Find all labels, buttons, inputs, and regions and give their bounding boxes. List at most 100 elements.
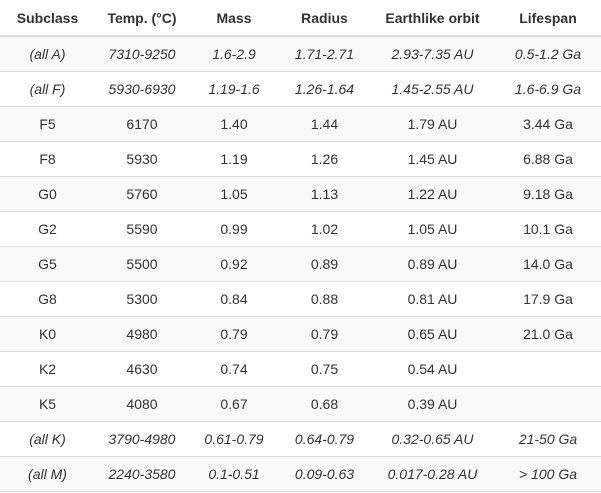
table-row: (all K) 3790-4980 0.61-0.79 0.64-0.79 0.32-0… <box>0 421 601 457</box>
temperature-cell: 3790-4980 <box>95 421 189 457</box>
column-header-radius: Radius <box>279 0 370 37</box>
table-row: G5 5500 0.92 0.89 0.89 AU 14.0 Ga <box>0 246 601 282</box>
temperature-cell: 5930-6930 <box>95 71 189 107</box>
radius-cell: 1.13 <box>279 176 370 212</box>
temperature-cell: 4630 <box>95 351 189 387</box>
earthlike-orbit-cell: 0.017-0.28 AU <box>370 456 495 492</box>
temperature-cell: 4080 <box>95 386 189 422</box>
table-row: (all A) 7310-9250 1.6-2.9 1.71-2.71 2.93-7.3… <box>0 36 601 72</box>
mass-cell: 0.1-0.51 <box>189 456 279 492</box>
subclass-cell: (all M) <box>0 456 95 492</box>
temperature-cell: 5930 <box>95 141 189 177</box>
subclass-cell: (all F) <box>0 71 95 107</box>
earthlike-orbit-cell: 0.81 AU <box>370 281 495 317</box>
temperature-cell: 6170 <box>95 106 189 142</box>
mass-cell: 0.61-0.79 <box>189 421 279 457</box>
table-body: (all A) 7310-9250 1.6-2.9 1.71-2.71 2.93-7.3… <box>0 36 601 492</box>
table-header: Subclass Temp. (°C) Mass Radius Earthlik… <box>0 0 601 37</box>
mass-cell: 1.05 <box>189 176 279 212</box>
radius-cell: 1.71-2.71 <box>279 36 370 72</box>
table-row: G8 5300 0.84 0.88 0.81 AU 17.9 Ga <box>0 281 601 317</box>
lifespan-cell: 10.1 Ga <box>495 211 601 247</box>
column-header-temperature: Temp. (°C) <box>95 0 189 37</box>
radius-cell: 0.09-0.63 <box>279 456 370 492</box>
temperature-cell: 5590 <box>95 211 189 247</box>
earthlike-orbit-cell: 1.05 AU <box>370 211 495 247</box>
mass-cell: 1.19 <box>189 141 279 177</box>
temperature-cell: 2240-3580 <box>95 456 189 492</box>
earthlike-orbit-cell: 0.32-0.65 AU <box>370 421 495 457</box>
column-header-earthlike-orbit: Earthlike orbit <box>370 0 495 37</box>
lifespan-cell: 21-50 Ga <box>495 421 601 457</box>
lifespan-cell: 1.6-6.9 Ga <box>495 71 601 107</box>
radius-cell: 1.26 <box>279 141 370 177</box>
subclass-cell: (all A) <box>0 36 95 72</box>
mass-cell: 0.84 <box>189 281 279 317</box>
lifespan-cell <box>495 386 601 422</box>
table-row: G0 5760 1.05 1.13 1.22 AU 9.18 Ga <box>0 176 601 212</box>
earthlike-orbit-cell: 1.45-2.55 AU <box>370 71 495 107</box>
lifespan-cell <box>495 351 601 387</box>
mass-cell: 0.67 <box>189 386 279 422</box>
subclass-cell: (all K) <box>0 421 95 457</box>
temperature-cell: 5300 <box>95 281 189 317</box>
radius-cell: 1.44 <box>279 106 370 142</box>
lifespan-cell: 21.0 Ga <box>495 316 601 352</box>
lifespan-cell: 3.44 Ga <box>495 106 601 142</box>
column-header-subclass: Subclass <box>0 0 95 37</box>
star-subclass-table-container: Subclass Temp. (°C) Mass Radius Earthlik… <box>0 0 601 493</box>
temperature-cell: 4980 <box>95 316 189 352</box>
radius-cell: 0.79 <box>279 316 370 352</box>
mass-cell: 0.99 <box>189 211 279 247</box>
radius-cell: 0.64-0.79 <box>279 421 370 457</box>
earthlike-orbit-cell: 1.22 AU <box>370 176 495 212</box>
table-row: K2 4630 0.74 0.75 0.54 AU <box>0 351 601 387</box>
table-row: F8 5930 1.19 1.26 1.45 AU 6.88 Ga <box>0 141 601 177</box>
mass-cell: 1.6-2.9 <box>189 36 279 72</box>
earthlike-orbit-cell: 1.79 AU <box>370 106 495 142</box>
earthlike-orbit-cell: 2.93-7.35 AU <box>370 36 495 72</box>
radius-cell: 0.75 <box>279 351 370 387</box>
mass-cell: 1.40 <box>189 106 279 142</box>
mass-cell: 0.79 <box>189 316 279 352</box>
radius-cell: 0.68 <box>279 386 370 422</box>
table-row: F5 6170 1.40 1.44 1.79 AU 3.44 Ga <box>0 106 601 142</box>
subclass-cell: K5 <box>0 386 95 422</box>
subclass-cell: G5 <box>0 246 95 282</box>
lifespan-cell: 9.18 Ga <box>495 176 601 212</box>
subclass-cell: G2 <box>0 211 95 247</box>
temperature-cell: 7310-9250 <box>95 36 189 72</box>
lifespan-cell: 17.9 Ga <box>495 281 601 317</box>
lifespan-cell: > 100 Ga <box>495 456 601 492</box>
radius-cell: 1.02 <box>279 211 370 247</box>
earthlike-orbit-cell: 0.39 AU <box>370 386 495 422</box>
mass-cell: 1.19-1.6 <box>189 71 279 107</box>
radius-cell: 0.88 <box>279 281 370 317</box>
header-row: Subclass Temp. (°C) Mass Radius Earthlik… <box>0 0 601 37</box>
subclass-cell: K2 <box>0 351 95 387</box>
table-row: (all F) 5930-6930 1.19-1.6 1.26-1.64 1.45-2.… <box>0 71 601 107</box>
earthlike-orbit-cell: 0.54 AU <box>370 351 495 387</box>
subclass-cell: G8 <box>0 281 95 317</box>
subclass-cell: G0 <box>0 176 95 212</box>
table-row: G2 5590 0.99 1.02 1.05 AU 10.1 Ga <box>0 211 601 247</box>
lifespan-cell: 14.0 Ga <box>495 246 601 282</box>
earthlike-orbit-cell: 1.45 AU <box>370 141 495 177</box>
subclass-cell: F8 <box>0 141 95 177</box>
temperature-cell: 5500 <box>95 246 189 282</box>
table-row: K5 4080 0.67 0.68 0.39 AU <box>0 386 601 422</box>
star-subclass-table: Subclass Temp. (°C) Mass Radius Earthlik… <box>0 0 601 492</box>
table-row: K0 4980 0.79 0.79 0.65 AU 21.0 Ga <box>0 316 601 352</box>
table-row: (all M) 2240-3580 0.1-0.51 0.09-0.63 0.017-0… <box>0 456 601 492</box>
earthlike-orbit-cell: 0.89 AU <box>370 246 495 282</box>
subclass-cell: F5 <box>0 106 95 142</box>
mass-cell: 0.74 <box>189 351 279 387</box>
temperature-cell: 5760 <box>95 176 189 212</box>
radius-cell: 0.89 <box>279 246 370 282</box>
radius-cell: 1.26-1.64 <box>279 71 370 107</box>
lifespan-cell: 0.5-1.2 Ga <box>495 36 601 72</box>
subclass-cell: K0 <box>0 316 95 352</box>
column-header-lifespan: Lifespan <box>495 0 601 37</box>
column-header-mass: Mass <box>189 0 279 37</box>
earthlike-orbit-cell: 0.65 AU <box>370 316 495 352</box>
